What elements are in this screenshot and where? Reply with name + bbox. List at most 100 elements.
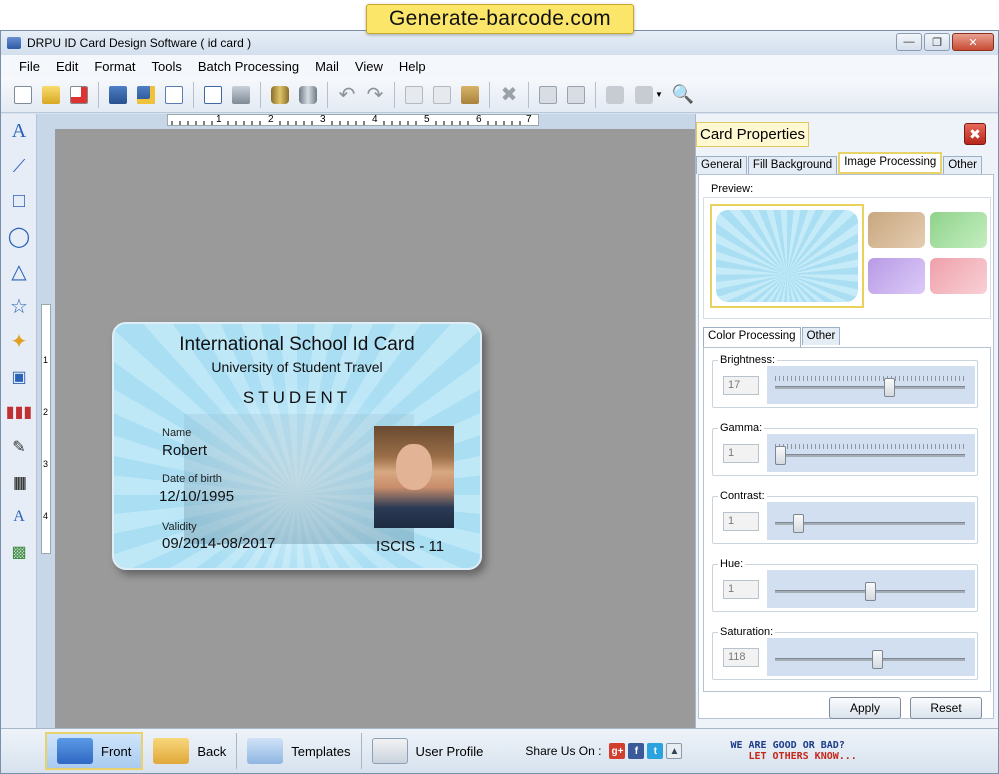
menu-format[interactable]: Format	[86, 59, 143, 74]
hue-thumb[interactable]	[864, 582, 876, 601]
brightness-slider[interactable]	[767, 366, 975, 404]
twitter-icon[interactable]: t	[647, 743, 664, 759]
tab-color-processing[interactable]: Color Processing	[703, 327, 801, 347]
saturation-value[interactable]: 118	[723, 648, 759, 667]
validity-value[interactable]: 09/2014-08/2017	[162, 535, 275, 552]
copy-button[interactable]	[428, 81, 456, 109]
ellipse-tool-button[interactable]: ◯	[1, 219, 37, 254]
gamma-slider[interactable]	[767, 434, 975, 472]
unlock-button[interactable]: ▼	[629, 81, 669, 109]
validity-label[interactable]: Validity	[162, 521, 197, 533]
app-icon	[7, 37, 21, 49]
preview-original[interactable]	[710, 204, 864, 308]
back-button[interactable]: Back	[143, 732, 236, 770]
feedback-link[interactable]: WE ARE GOOD OR BAD? LET OTHERS KNOW...	[730, 740, 856, 762]
paste-button[interactable]	[456, 81, 484, 109]
picture-tool-button[interactable]: ▩	[1, 534, 37, 569]
card-role[interactable]: STUDENT	[114, 388, 480, 408]
image-tool-button[interactable]: ▣	[1, 359, 37, 394]
send-back-button[interactable]	[562, 81, 590, 109]
tab-processing-other[interactable]: Other	[801, 327, 841, 345]
library-icon: ▮▮▮	[5, 403, 33, 421]
maximize-button[interactable]: ❐	[924, 33, 950, 51]
like-icon[interactable]: ▲	[666, 743, 683, 759]
symbol-tool-button[interactable]: ✦	[1, 324, 37, 359]
barcode-tool-button[interactable]: |||||||	[1, 464, 37, 499]
hue-slider[interactable]	[767, 570, 975, 608]
saturation-thumb[interactable]	[871, 650, 883, 669]
preview-thumb-pink[interactable]	[930, 258, 987, 294]
bottom-bar: Front Back Templates User Profile Share …	[1, 728, 998, 773]
print-button[interactable]	[227, 81, 255, 109]
text-tool-button[interactable]: A	[1, 114, 37, 149]
menu-file[interactable]: File	[11, 59, 48, 74]
menu-batch-processing[interactable]: Batch Processing	[190, 59, 307, 74]
card-code[interactable]: ISCIS - 11	[376, 538, 444, 555]
card-title[interactable]: International School Id Card	[114, 334, 480, 356]
redo-button[interactable]: ↷	[361, 81, 389, 109]
menu-view[interactable]: View	[347, 59, 391, 74]
close-window-button[interactable]: ✕	[952, 33, 994, 51]
export-button[interactable]	[160, 81, 188, 109]
preview-thumb-sepia[interactable]	[868, 212, 925, 248]
reset-button[interactable]: Reset	[910, 697, 982, 719]
hue-value[interactable]: 1	[723, 580, 759, 599]
id-card[interactable]: International School Id Card University …	[112, 322, 482, 570]
contrast-slider[interactable]	[767, 502, 975, 540]
gamma-value[interactable]: 1	[723, 444, 759, 463]
zoom-button[interactable]: 🔍	[669, 81, 697, 109]
rectangle-tool-button[interactable]: □	[1, 184, 37, 219]
saturation-slider[interactable]	[767, 638, 975, 676]
facebook-icon[interactable]: f	[628, 743, 645, 759]
cut-button[interactable]	[400, 81, 428, 109]
close-icon[interactable]: ✖	[964, 123, 986, 145]
database-export-button[interactable]	[294, 81, 322, 109]
signature-icon: ✎	[12, 438, 26, 456]
tab-fill-background[interactable]: Fill Background	[747, 156, 838, 174]
triangle-tool-button[interactable]: △	[1, 254, 37, 289]
new-button[interactable]	[9, 81, 37, 109]
lock-button[interactable]	[601, 81, 629, 109]
preview-thumb-purple[interactable]	[868, 258, 925, 294]
brightness-value[interactable]: 17	[723, 376, 759, 395]
save-button[interactable]	[104, 81, 132, 109]
front-button[interactable]: Front	[45, 732, 144, 770]
user-profile-button[interactable]: User Profile	[362, 732, 494, 770]
line-tool-button[interactable]: ⟋	[1, 149, 37, 184]
menu-help[interactable]: Help	[391, 59, 434, 74]
library-tool-button[interactable]: ▮▮▮	[1, 394, 37, 429]
apply-button[interactable]: Apply	[829, 697, 901, 719]
signature-tool-button[interactable]: ✎	[1, 429, 37, 464]
dob-value[interactable]: 12/10/1995	[159, 488, 234, 505]
name-label[interactable]: Name	[162, 427, 191, 439]
save-as-button[interactable]	[132, 81, 160, 109]
gamma-thumb[interactable]	[775, 446, 786, 465]
name-value[interactable]: Robert	[162, 442, 207, 459]
ruler-mark: 4	[372, 114, 378, 125]
close-file-button[interactable]	[65, 81, 93, 109]
brightness-thumb[interactable]	[884, 378, 896, 397]
menu-mail[interactable]: Mail	[307, 59, 347, 74]
undo-button[interactable]: ↶	[333, 81, 361, 109]
card-subtitle[interactable]: University of Student Travel	[114, 359, 480, 375]
dob-label[interactable]: Date of birth	[162, 473, 222, 485]
card-photo[interactable]	[374, 426, 454, 528]
menu-edit[interactable]: Edit	[48, 59, 86, 74]
database-button[interactable]	[266, 81, 294, 109]
open-button[interactable]	[37, 81, 65, 109]
preview-thumb-green[interactable]	[930, 212, 987, 248]
tab-general[interactable]: General	[696, 156, 747, 174]
menu-tools[interactable]: Tools	[144, 59, 190, 74]
bring-front-button[interactable]	[534, 81, 562, 109]
tab-image-processing[interactable]: Image Processing	[838, 152, 943, 174]
google-plus-icon[interactable]: g+	[609, 743, 626, 759]
delete-button[interactable]: ✖	[495, 81, 523, 109]
star-tool-button[interactable]: ☆	[1, 289, 37, 324]
contrast-thumb[interactable]	[792, 514, 804, 533]
templates-button[interactable]: Templates	[237, 732, 360, 770]
watermark-tool-button[interactable]: A	[1, 499, 37, 534]
print-preview-button[interactable]	[199, 81, 227, 109]
minimize-button[interactable]: —	[896, 33, 922, 51]
contrast-value[interactable]: 1	[723, 512, 759, 531]
tab-other[interactable]: Other	[943, 156, 982, 174]
